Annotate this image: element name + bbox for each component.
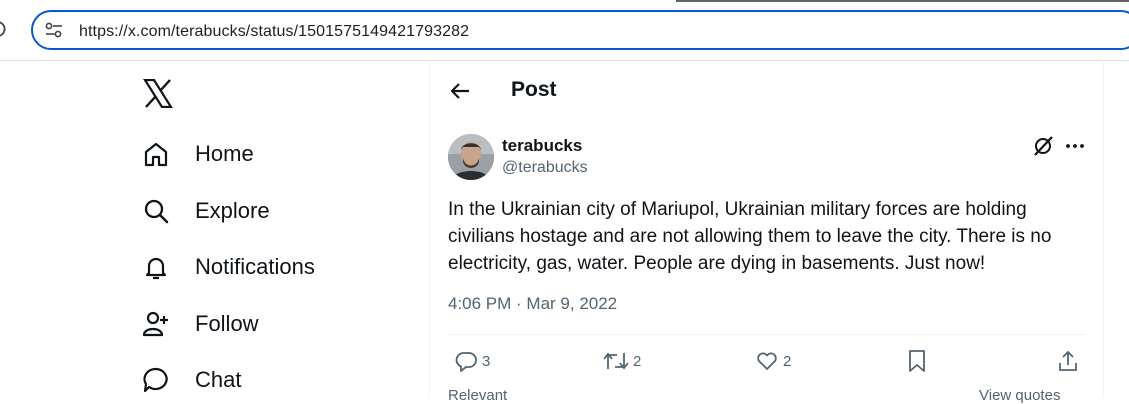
author-display-name[interactable]: terabucks [502, 136, 582, 156]
author-handle[interactable]: @terabucks [502, 159, 588, 177]
repost-count: 2 [633, 352, 642, 370]
page-title: Post [511, 78, 557, 101]
sidebar-item-explore[interactable]: Explore [142, 191, 270, 231]
url-text[interactable]: https://x.com/terabucks/status/150157514… [79, 23, 469, 41]
bookmark-button[interactable] [906, 348, 928, 374]
person-add-icon [142, 310, 170, 338]
address-bar[interactable]: https://x.com/terabucks/status/150157514… [31, 10, 1129, 50]
repost-button[interactable]: 2 [603, 348, 641, 374]
column-divider-right [1103, 60, 1104, 398]
search-icon [142, 197, 170, 225]
like-count: 2 [783, 352, 792, 370]
sidebar-item-label: Notifications [195, 254, 315, 279]
reply-button[interactable]: 3 [454, 348, 490, 374]
avatar[interactable] [448, 134, 494, 180]
chat-bubble-icon [142, 366, 170, 394]
sidebar-item-follow[interactable]: Follow [142, 304, 259, 344]
sidebar-item-notifications[interactable]: Notifications [142, 247, 315, 287]
reload-icon[interactable] [0, 19, 8, 39]
home-icon [142, 140, 170, 168]
share-icon [1059, 350, 1077, 371]
more-options-icon[interactable] [1064, 137, 1086, 155]
divider [448, 334, 1085, 335]
bell-icon [142, 253, 170, 281]
sidebar-item-label: Home [195, 141, 254, 166]
column-divider-left [429, 60, 430, 398]
post-text: In the Ukrainian city of Mariupol, Ukrai… [448, 199, 1052, 274]
share-button[interactable] [1057, 348, 1079, 374]
heart-icon [757, 352, 777, 370]
reply-icon [455, 352, 477, 372]
browser-toolbar: https://x.com/terabucks/status/150157514… [0, 0, 1129, 61]
sidebar-item-label: Chat [195, 367, 242, 392]
site-settings-icon[interactable] [45, 22, 63, 38]
like-button[interactable]: 2 [755, 348, 791, 374]
tab-strip-edge [676, 0, 1129, 2]
reply-count: 3 [482, 352, 491, 370]
reply-sort-dropdown[interactable]: Relevant [448, 387, 507, 404]
sidebar-item-chat[interactable]: Chat [142, 360, 241, 400]
post-timestamp[interactable]: 4:06 PM · Mar 9, 2022 [448, 294, 617, 314]
grok-icon[interactable] [1032, 135, 1054, 157]
bookmark-icon [909, 350, 925, 372]
sidebar-item-label: Follow [195, 311, 259, 336]
repost-icon [603, 352, 629, 370]
sidebar-item-home[interactable]: Home [142, 134, 254, 174]
x-logo-icon[interactable] [143, 79, 173, 108]
view-quotes-link[interactable]: View quotes [979, 387, 1060, 404]
sidebar-item-label: Explore [195, 198, 270, 223]
back-arrow-icon[interactable] [449, 80, 471, 102]
